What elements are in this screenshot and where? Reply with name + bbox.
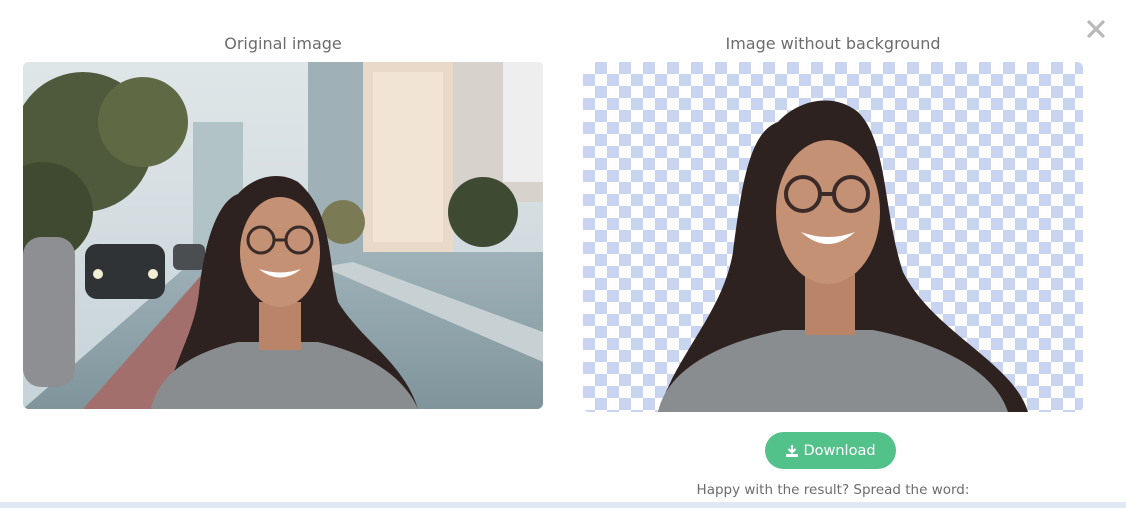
original-image bbox=[23, 62, 543, 409]
close-icon bbox=[1087, 20, 1105, 38]
download-icon bbox=[785, 444, 799, 458]
download-button[interactable]: Download bbox=[765, 432, 896, 469]
close-button[interactable] bbox=[1084, 17, 1108, 41]
download-label: Download bbox=[803, 442, 876, 459]
result-image-title: Image without background bbox=[725, 34, 941, 53]
result-image bbox=[583, 62, 1083, 412]
share-prompt: Happy with the result? Spread the word: bbox=[696, 482, 970, 498]
original-image-title: Original image bbox=[224, 34, 342, 53]
background-removal-result-modal: Original image Image without background bbox=[0, 0, 1126, 508]
bottom-divider bbox=[0, 502, 1126, 508]
